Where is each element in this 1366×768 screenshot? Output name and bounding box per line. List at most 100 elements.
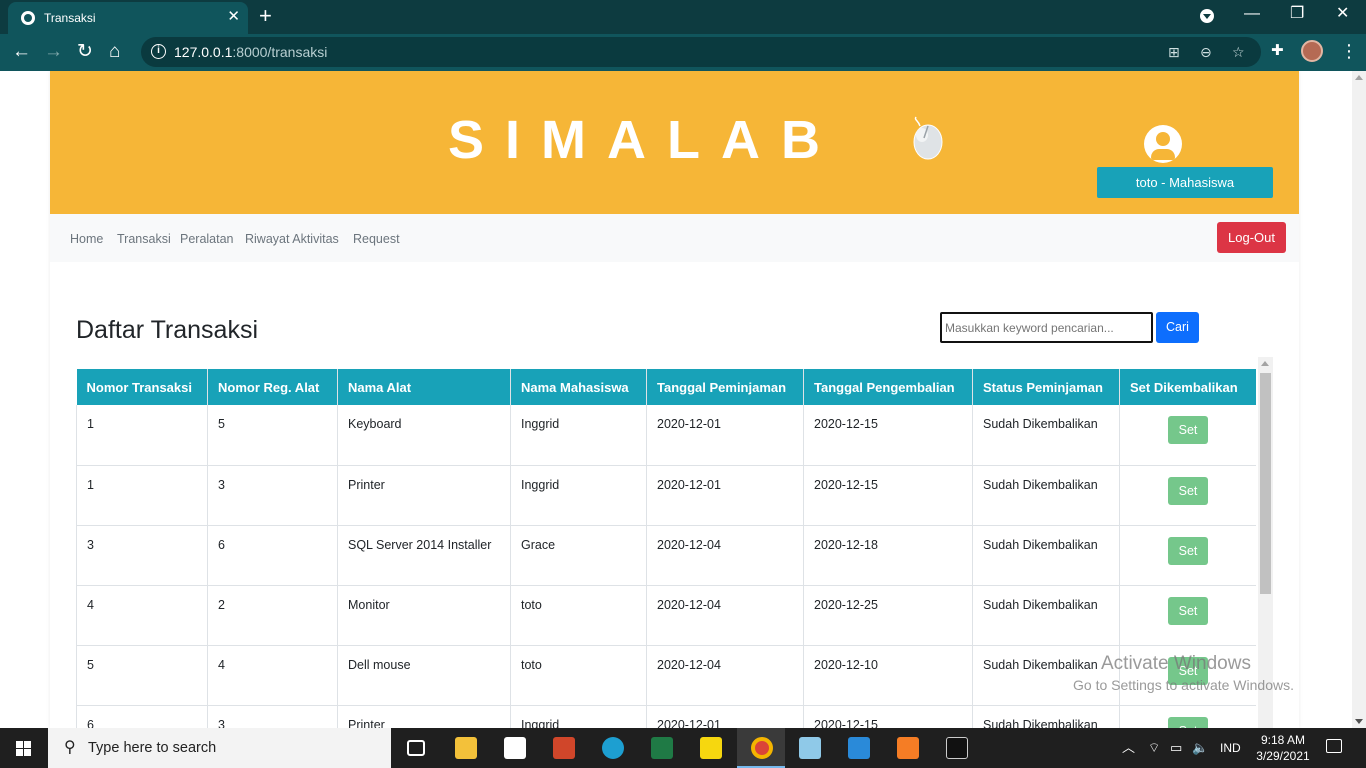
main-nav: Home Transaksi Peralatan Riwayat Aktivit…: [50, 214, 1299, 262]
close-tab-icon[interactable]: ✕: [227, 8, 240, 26]
mouse-icon: [913, 116, 943, 160]
search-button[interactable]: Cari: [1156, 312, 1199, 343]
logout-button[interactable]: Log-Out: [1217, 222, 1286, 253]
cell-nomor-transaksi: 4: [76, 585, 208, 646]
file-explorer-icon[interactable]: [441, 728, 489, 768]
cell-nomor-transaksi: 6: [76, 705, 208, 728]
edge-icon[interactable]: [588, 728, 636, 768]
nav-home[interactable]: Home: [70, 232, 103, 246]
set-returned-button[interactable]: Set: [1168, 536, 1208, 565]
system-clock[interactable]: 9:18 AM 3/29/2021: [1253, 732, 1313, 764]
cell-set-dikembalikan: Set: [1119, 705, 1256, 728]
tab-title: Transaksi: [44, 11, 96, 25]
vscode-icon[interactable]: [834, 728, 882, 768]
cell-nomor-transaksi: 5: [76, 645, 208, 706]
xampp-icon[interactable]: [883, 728, 931, 768]
minimize-icon[interactable]: —: [1244, 4, 1260, 24]
profile-avatar[interactable]: [1301, 40, 1323, 62]
nav-transaksi[interactable]: Transaksi: [117, 232, 171, 246]
cell-tanggal-pengembalian: 2020-12-18: [803, 525, 973, 586]
site-info-icon[interactable]: i: [151, 44, 166, 59]
start-button[interactable]: [0, 728, 48, 768]
column-header: Nomor Transaksi: [76, 369, 208, 405]
new-tab-button[interactable]: +: [259, 4, 272, 28]
activate-windows-watermark: Activate Windows Go to Settings to activ…: [1073, 653, 1294, 693]
zoom-icon[interactable]: ⊖: [1200, 44, 1212, 60]
cell-nama-mahasiswa: Inggrid: [510, 465, 647, 526]
page-scrollbar[interactable]: [1352, 71, 1366, 728]
page-title: Daftar Transaksi: [76, 316, 259, 344]
set-returned-button[interactable]: Set: [1168, 416, 1208, 444]
clock-time: 9:18 AM: [1260, 733, 1306, 747]
url-text[interactable]: 127.0.0.1:8000/transaksi: [174, 44, 327, 60]
reload-icon[interactable]: ↻: [77, 40, 93, 64]
excel-icon[interactable]: [637, 728, 685, 768]
translate-icon[interactable]: ⊞: [1168, 44, 1180, 60]
nav-peralatan[interactable]: Peralatan: [180, 232, 234, 246]
cell-nama-alat: Keyboard: [337, 405, 511, 466]
network-icon[interactable]: ⌔: [1148, 740, 1160, 756]
sticky-notes-icon[interactable]: [686, 728, 734, 768]
cell-tanggal-peminjaman: 2020-12-04: [646, 585, 804, 646]
cell-status-peminjaman: Sudah Dikembalikan: [972, 405, 1120, 466]
table-row: 6 3 Printer Inggrid 2020-12-01 2020-12-1…: [76, 705, 1256, 728]
chrome-icon[interactable]: [737, 728, 785, 768]
nav-riwayat-aktivitas[interactable]: Riwayat Aktivitas: [245, 232, 339, 246]
bookmark-star-icon[interactable]: ☆: [1232, 44, 1245, 60]
cell-tanggal-peminjaman: 2020-12-04: [646, 645, 804, 706]
watermark-title: Activate Windows: [1101, 653, 1251, 674]
task-view-icon[interactable]: [392, 728, 440, 768]
battery-icon[interactable]: ▭: [1170, 740, 1182, 756]
windows-taskbar: ⚲ Type here to search ︿ ⌔ ▭ 🔈 IND 9:18 A…: [0, 728, 1366, 768]
store-icon[interactable]: [490, 728, 538, 768]
restore-icon[interactable]: ❐: [1290, 4, 1304, 24]
cell-status-peminjaman: Sudah Dikembalikan: [972, 705, 1120, 728]
scrollbar-thumb[interactable]: [1260, 373, 1271, 594]
language-indicator[interactable]: IND: [1220, 740, 1241, 756]
cell-nomor-reg-alat: 2: [207, 585, 338, 646]
forward-icon[interactable]: →: [44, 40, 63, 64]
cell-status-peminjaman: Sudah Dikembalikan: [972, 465, 1120, 526]
terminal-icon[interactable]: [932, 728, 980, 768]
set-returned-button[interactable]: Set: [1168, 476, 1208, 505]
show-hidden-icons-icon[interactable]: ︿: [1122, 740, 1135, 756]
user-badge[interactable]: toto - Mahasiswa: [1097, 167, 1273, 198]
cell-nama-alat: Printer: [337, 465, 511, 526]
taskbar-search-box[interactable]: ⚲ Type here to search: [48, 728, 391, 768]
site-header: SIMALAB toto - Mahasiswa: [50, 71, 1299, 214]
cell-nama-alat: Monitor: [337, 585, 511, 646]
notification-icon[interactable]: [1326, 739, 1342, 753]
cell-tanggal-pengembalian: 2020-12-25: [803, 585, 973, 646]
cell-tanggal-peminjaman: 2020-12-04: [646, 525, 804, 586]
taskbar-search-placeholder: Type here to search: [88, 740, 217, 756]
powerpoint-icon[interactable]: [539, 728, 587, 768]
cell-tanggal-peminjaman: 2020-12-01: [646, 705, 804, 728]
cell-nama-alat: Printer: [337, 705, 511, 728]
cell-set-dikembalikan: Set: [1119, 585, 1256, 646]
brand-title: SIMALAB: [448, 110, 841, 170]
address-bar[interactable]: i 127.0.0.1:8000/transaksi ⊞ ⊖ ☆: [141, 37, 1261, 67]
globe-icon: [21, 11, 35, 25]
cell-nama-alat: SQL Server 2014 Installer: [337, 525, 511, 586]
cell-nomor-reg-alat: 5: [207, 405, 338, 466]
page-viewport: SIMALAB toto - Mahasiswa Home Transaksi …: [0, 71, 1366, 728]
tab-search-icon[interactable]: [1200, 9, 1214, 23]
scroll-up-icon[interactable]: [1261, 361, 1269, 366]
nav-request[interactable]: Request: [353, 232, 400, 246]
notepad-icon[interactable]: [785, 728, 833, 768]
browser-tab[interactable]: Transaksi ✕: [8, 2, 248, 34]
set-returned-button[interactable]: Set: [1168, 716, 1208, 728]
cell-tanggal-pengembalian: 2020-12-15: [803, 465, 973, 526]
scroll-up-icon[interactable]: [1355, 75, 1363, 80]
cell-nomor-transaksi: 1: [76, 465, 208, 526]
back-icon[interactable]: ←: [12, 40, 31, 64]
volume-icon[interactable]: 🔈: [1192, 740, 1208, 756]
column-header: Nama Alat: [337, 369, 511, 405]
home-icon[interactable]: ⌂: [109, 40, 120, 64]
extensions-icon[interactable]: ✚: [1271, 41, 1284, 59]
browser-menu-icon[interactable]: ⋮: [1340, 40, 1358, 62]
set-returned-button[interactable]: Set: [1168, 596, 1208, 625]
search-input[interactable]: [940, 312, 1153, 343]
close-window-icon[interactable]: ✕: [1336, 4, 1349, 24]
scroll-down-icon[interactable]: [1355, 719, 1363, 724]
